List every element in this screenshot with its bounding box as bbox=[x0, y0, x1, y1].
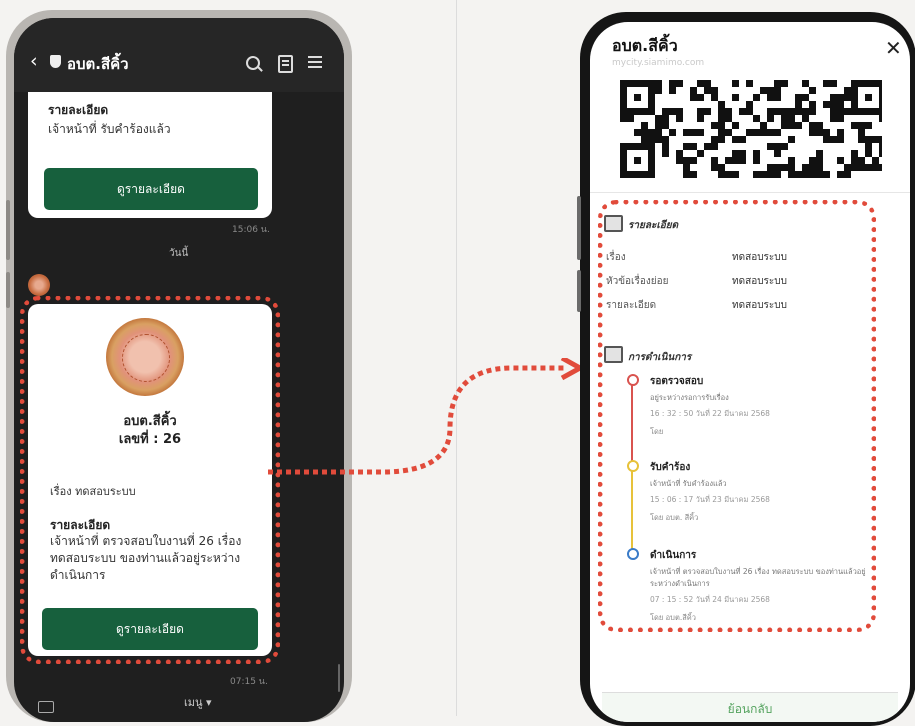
view-details-button[interactable]: ดูรายละเอียด bbox=[44, 168, 258, 210]
bottom-menu-button[interactable]: เมนู ▾ bbox=[184, 693, 212, 711]
highlight-box bbox=[20, 296, 280, 664]
phone-side-button bbox=[577, 196, 581, 260]
chat-header: ‹ อบต.สีคิ้ว bbox=[14, 18, 344, 92]
phone-side-button bbox=[6, 272, 10, 308]
message-time: 15:06 น. bbox=[232, 225, 270, 235]
day-separator: วันนี้ bbox=[169, 248, 189, 259]
detail-label: รายละเอียด bbox=[48, 103, 109, 117]
message-time: 07:15 น. bbox=[230, 677, 268, 687]
right-phone: อบต.สีคิ้ว mycity.siamimo.com ✕ รายละเอี… bbox=[577, 12, 915, 726]
back-button[interactable]: ย้อนกลับ bbox=[602, 692, 898, 722]
message-card-previous: รายละเอียด เจ้าหน้าที่ รับคำร้องแล้ว ดูร… bbox=[28, 92, 272, 218]
shield-icon bbox=[50, 55, 61, 68]
menu-icon[interactable] bbox=[308, 56, 322, 58]
avatar[interactable] bbox=[28, 274, 50, 296]
back-chevron-icon[interactable]: ‹ bbox=[30, 52, 38, 71]
notes-icon[interactable] bbox=[278, 55, 293, 73]
keyboard-icon[interactable] bbox=[38, 701, 54, 713]
phone-side-button bbox=[577, 270, 581, 312]
page-title: อบต.สีคิ้ว bbox=[612, 36, 678, 55]
detail-text: เจ้าหน้าที่ รับคำร้องแล้ว bbox=[48, 122, 171, 136]
detail-screen: อบต.สีคิ้ว mycity.siamimo.com ✕ รายละเอี… bbox=[590, 22, 910, 722]
section-divider bbox=[590, 192, 910, 193]
close-icon[interactable]: ✕ bbox=[885, 36, 902, 60]
search-icon[interactable] bbox=[246, 56, 260, 70]
chat-title: อบต.สีคิ้ว bbox=[67, 55, 129, 73]
page-url: mycity.siamimo.com bbox=[612, 58, 705, 68]
qr-code-icon bbox=[620, 80, 882, 178]
scrollbar[interactable] bbox=[338, 664, 340, 692]
highlight-box bbox=[598, 200, 876, 632]
flow-arrow-icon bbox=[268, 358, 582, 475]
phone-side-button bbox=[6, 200, 10, 260]
